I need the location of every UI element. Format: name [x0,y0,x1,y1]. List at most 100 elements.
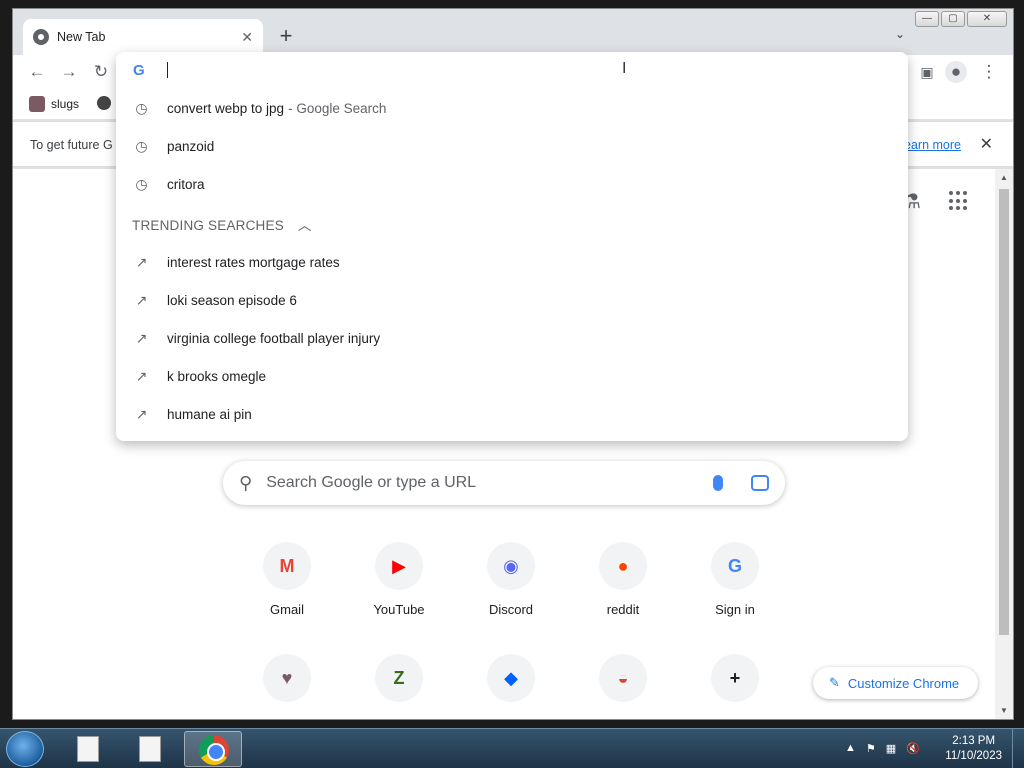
trending-arrow-icon: ↗ [135,253,148,270]
shortcut-slugs[interactable]: ♥ [247,654,327,714]
taskbar-clock[interactable]: 2:13 PM 11/10/2023 [945,734,1002,764]
shortcut-gmail[interactable]: M Gmail [247,542,327,617]
scroll-up-icon[interactable]: ▲ [1000,173,1008,182]
tab-title: New Tab [57,30,106,44]
trending-header[interactable]: TRENDING SEARCHES ︿ [132,214,312,234]
trending-header-label: TRENDING SEARCHES [132,218,284,233]
chrome-icon [33,29,49,45]
history-clock-icon: ◷ [135,175,148,192]
suggestion-text: panzoid [167,138,215,154]
scroll-down-icon[interactable]: ▼ [1000,706,1008,715]
tab-strip: New Tab ✕ + ⌄ — ▢ ✕ [13,9,1013,55]
shortcut-youtube[interactable]: ▶ YouTube [359,542,439,617]
youtube-icon: ▶ [375,542,423,590]
shortcut-label: reddit [606,602,640,617]
zoho-icon: Z [375,654,423,702]
sign-in-icon: G [711,542,759,590]
taskbar-document-2[interactable] [120,731,178,767]
shortcut-dropbox[interactable]: ◆ [471,654,551,714]
mouse-cursor: I [622,60,627,77]
back-button[interactable]: ← [25,61,49,83]
forward-button[interactable]: → [57,61,81,83]
suggestion-text: loki season episode 6 [167,292,297,308]
tab-new-tab[interactable]: New Tab ✕ [23,19,263,55]
tab-close-button[interactable]: ✕ [241,29,253,46]
action-center-icon[interactable]: ⚑ [866,742,876,755]
shortcut-discord[interactable]: ◉ Discord [471,542,551,617]
start-button[interactable] [6,731,44,767]
history-clock-icon: ◷ [135,99,148,116]
page-scrollbar[interactable]: ▲ ▼ [995,169,1013,719]
reload-button[interactable]: ↻ [89,61,113,83]
trending-suggestion[interactable]: ↗ virginia college football player injur… [116,319,908,357]
learn-more-link[interactable]: earn more [904,138,961,152]
info-bar-message: To get future G [30,138,113,152]
shortcut-add-shortcut[interactable]: + [695,654,775,714]
ntp-search-box[interactable]: ⚲ Search Google or type a URL [223,461,785,505]
suggestion-text: humane ai pin [167,406,252,422]
taskbar-document-1[interactable] [58,731,116,767]
show-desktop-button[interactable] [1012,729,1024,768]
side-panel-icon[interactable]: ▣ [915,61,939,83]
suggestion-text: k brooks omegle [167,368,267,384]
trending-suggestion[interactable]: ↗ loki season episode 6 [116,281,908,319]
close-window-button[interactable]: ✕ [967,11,1007,27]
add-shortcut-icon: + [711,654,759,702]
document-icon [139,736,161,762]
trending-suggestion[interactable]: ↗ humane ai pin [116,395,908,433]
history-suggestion[interactable]: ◷ convert webp to jpg - Google Search [116,89,908,127]
customize-label: Customize Chrome [847,675,960,691]
tab-search-button[interactable]: ⌄ [895,27,905,41]
shortcut-sign-in[interactable]: G Sign in [695,542,775,617]
minimize-button[interactable]: — [915,11,939,27]
suggestion-text: critora [167,176,205,192]
apps-grid-icon[interactable] [949,191,969,211]
trending-suggestion[interactable]: ↗ interest rates mortgage rates [116,243,908,281]
google-g-icon: G [133,62,145,79]
shortcut-label: Discord [488,602,534,617]
suggestion-subtext: - Google Search [288,100,387,116]
chevron-up-icon[interactable]: ︿ [298,218,312,233]
microphone-icon[interactable] [713,475,723,491]
history-suggestion[interactable]: ◷ panzoid [116,127,908,165]
omnibox-input[interactable]: G I [116,52,908,88]
bookmark-globe[interactable] [97,96,111,110]
suggestion-text: interest rates mortgage rates [167,254,340,270]
slugs-icon [29,96,45,112]
shortcut-chrome-web-store[interactable]: ◒ [583,654,663,714]
profile-icon[interactable]: ● [945,61,967,83]
clock-date: 11/10/2023 [945,750,1002,762]
window-controls: — ▢ ✕ [915,11,1007,27]
suggestion-text: convert webp to jpg [167,100,285,116]
gmail-icon: M [263,542,311,590]
trending-arrow-icon: ↗ [135,291,148,308]
network-icon[interactable]: ▦ [886,742,896,755]
customize-chrome-button[interactable]: ✎ Customize Chrome [813,667,978,699]
chrome-icon [199,735,229,765]
taskbar-chrome[interactable] [184,731,242,767]
camera-icon[interactable] [751,475,769,491]
trending-suggestion[interactable]: ↗ k brooks omegle [116,357,908,395]
maximize-button[interactable]: ▢ [941,11,965,27]
history-suggestion[interactable]: ◷ critora [116,165,908,203]
shortcut-zoho[interactable]: Z [359,654,439,714]
history-clock-icon: ◷ [135,137,148,154]
new-tab-button[interactable]: + [273,24,299,50]
volume-muted-icon[interactable]: 🔇 [906,742,920,755]
tray-expand-icon[interactable]: ▲ [845,742,856,755]
search-icon: ⚲ [239,472,253,493]
pencil-icon: ✎ [829,675,840,690]
trending-arrow-icon: ↗ [135,329,148,346]
ntp-search-placeholder: Search Google or type a URL [266,474,477,491]
scroll-thumb[interactable] [999,189,1009,635]
bookmark-slugs[interactable]: slugs [29,96,79,112]
document-icon [77,736,99,762]
globe-icon [97,96,111,110]
shortcut-reddit[interactable]: ● reddit [583,542,663,617]
reddit-icon: ● [599,542,647,590]
clock-time: 2:13 PM [952,735,996,747]
text-caret [167,62,168,78]
menu-icon[interactable]: ⋮ [977,61,1001,83]
info-bar-close-button[interactable]: ✕ [980,134,993,154]
shortcut-label: YouTube [373,602,425,617]
